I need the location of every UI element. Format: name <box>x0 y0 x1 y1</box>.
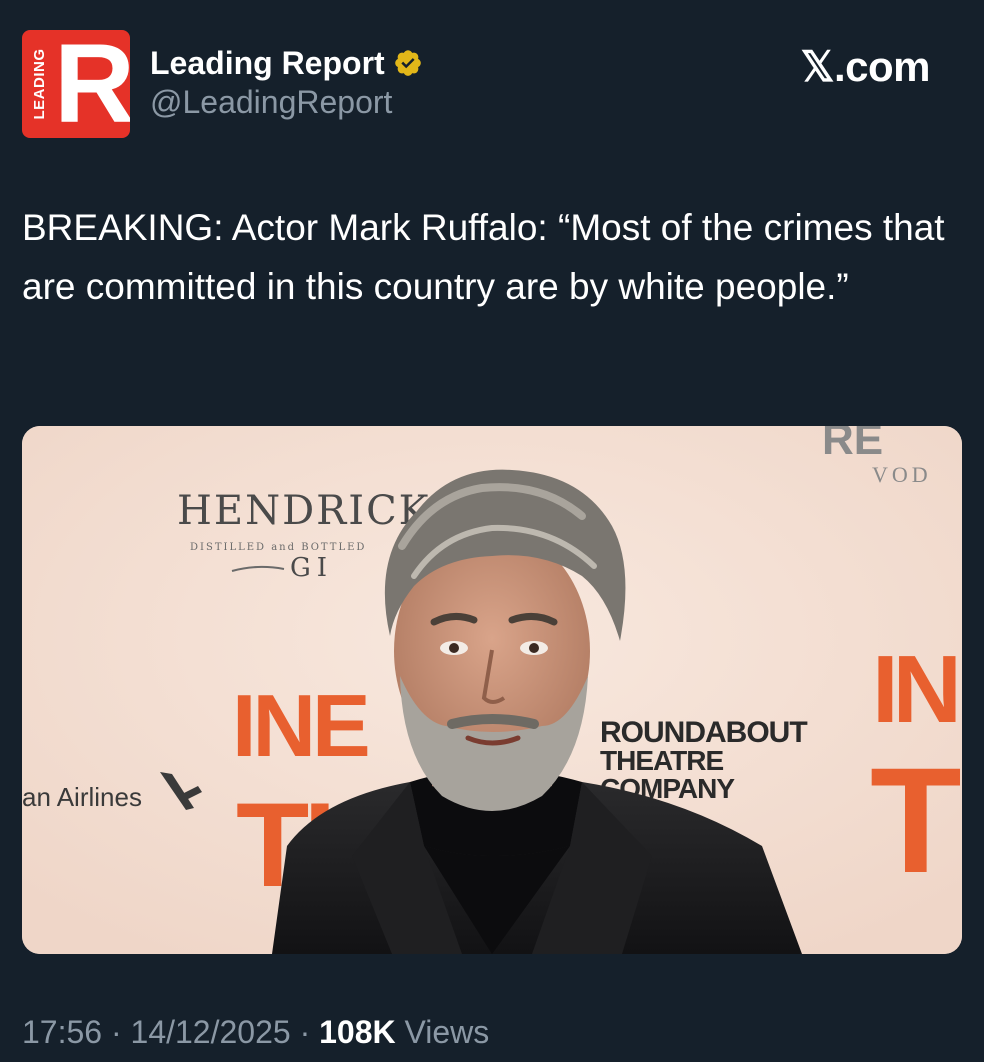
display-name-text[interactable]: Leading Report <box>150 44 385 82</box>
tweet-header: LEADING R Leading Report @LeadingReport … <box>22 30 962 140</box>
logo-letter: R <box>54 30 130 138</box>
views-label: Views <box>395 1014 490 1050</box>
account-avatar[interactable]: LEADING R <box>22 30 130 138</box>
backdrop-gin: GI <box>290 553 333 583</box>
account-handle[interactable]: @LeadingReport <box>150 82 423 122</box>
verified-badge-icon <box>394 50 421 76</box>
backdrop-distilled: DISTILLED and BOTTLED <box>190 542 366 553</box>
logo-side-text: LEADING <box>31 48 48 120</box>
backdrop-roundabout-2: THEATRE <box>600 745 723 776</box>
backdrop-airlines: an Airlines <box>22 782 142 812</box>
photo-illustration: HENDRICK'S DISTILLED and BOTTLED GI RE V… <box>22 426 962 954</box>
tweet-date: 14/12/2025 <box>130 1014 291 1050</box>
backdrop-orange-right-1: IN <box>872 636 956 743</box>
backdrop-vod: VOD <box>872 462 932 487</box>
brand-x-com: 𝕏.com <box>800 43 931 90</box>
meta-separator: · <box>290 1014 320 1050</box>
tweet-text: BREAKING: Actor Mark Ruffalo: “Most of t… <box>22 207 945 307</box>
tweet-time: 17:56 <box>22 1014 103 1050</box>
account-display-name[interactable]: Leading Report <box>150 44 423 82</box>
backdrop-orange-1: INE <box>232 676 368 775</box>
meta-separator: · <box>102 1014 131 1050</box>
backdrop-red-top: RE <box>822 426 883 464</box>
tweet-photo[interactable]: HENDRICK'S DISTILLED and BOTTLED GI RE V… <box>22 426 962 954</box>
views-count[interactable]: 108K <box>319 1014 396 1050</box>
tweet-meta: 17:56 · 14/12/2025 · 108K Views <box>22 1012 489 1052</box>
backdrop-orange-right-2: T <box>870 736 962 904</box>
account-name-block: Leading Report @LeadingReport <box>150 44 423 122</box>
